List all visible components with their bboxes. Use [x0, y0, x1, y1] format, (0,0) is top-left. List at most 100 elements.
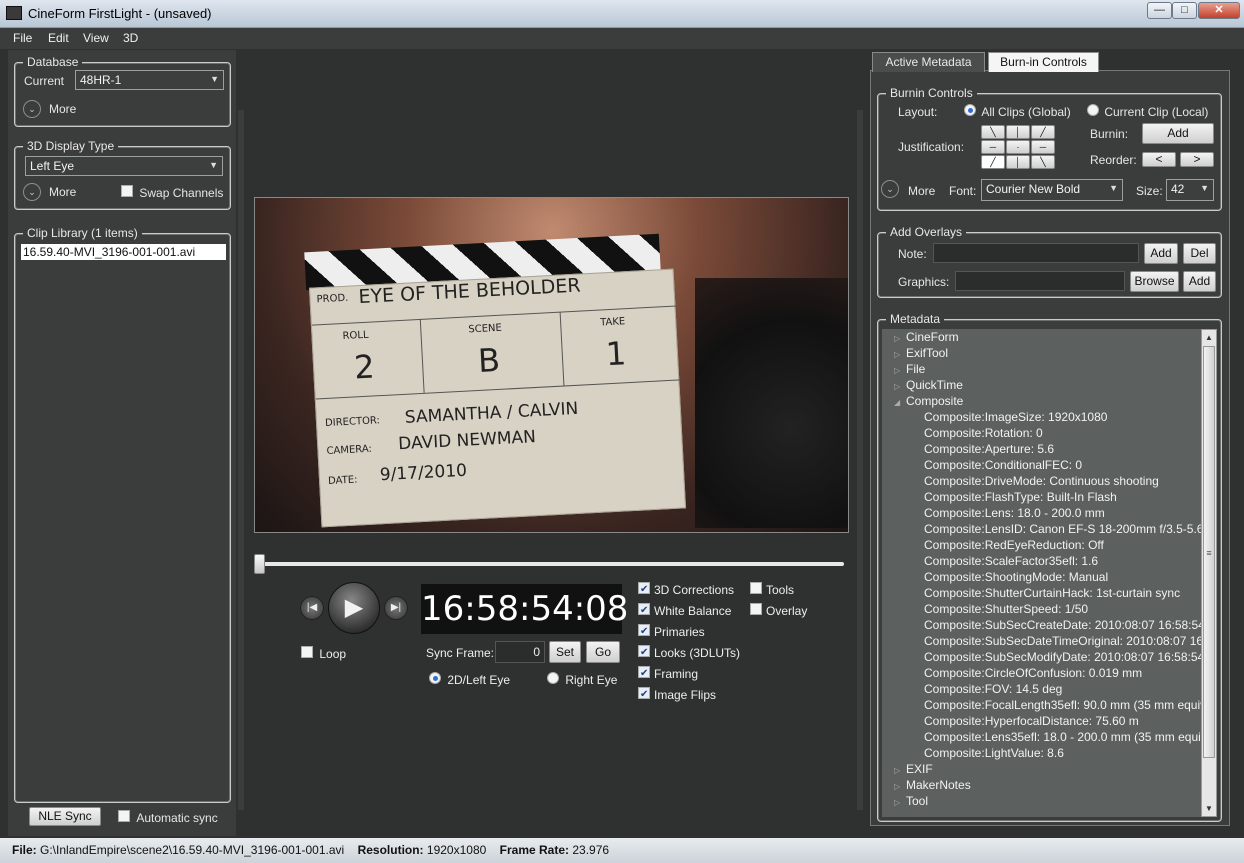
justify-top-right-icon[interactable]: ╱: [1031, 125, 1055, 139]
layout-local-radio[interactable]: [1087, 104, 1099, 116]
metadata-entry[interactable]: Composite:ShootingMode: Manual: [894, 569, 1202, 585]
burnin-more-label[interactable]: More: [908, 184, 935, 198]
metadata-entry[interactable]: Composite:HyperfocalDistance: 75.60 m: [894, 713, 1202, 729]
set-button[interactable]: Set: [549, 641, 581, 663]
metadata-entry[interactable]: Composite:ConditionalFEC: 0: [894, 457, 1202, 473]
metadata-group-item[interactable]: ▷ CineForm: [894, 329, 1202, 345]
metadata-entry[interactable]: Composite:ShutterSpeed: 1/50: [894, 601, 1202, 617]
metadata-entry[interactable]: Composite:FOV: 14.5 deg: [894, 681, 1202, 697]
expand-arrow-icon[interactable]: ▷: [894, 795, 906, 811]
menu-edit[interactable]: Edit: [48, 31, 69, 45]
go-button[interactable]: Go: [586, 641, 620, 663]
justify-top-center-icon[interactable]: │: [1006, 125, 1030, 139]
graphics-input[interactable]: [955, 271, 1125, 291]
right-splitter[interactable]: [857, 110, 863, 810]
correction-checkbox[interactable]: [638, 666, 650, 678]
next-frame-icon[interactable]: ▶|: [384, 596, 408, 620]
menu-file[interactable]: File: [13, 31, 32, 45]
metadata-entry[interactable]: Composite:Rotation: 0: [894, 425, 1202, 441]
correction-checkbox[interactable]: [638, 603, 650, 615]
metadata-entry[interactable]: Composite:FlashType: Built-In Flash: [894, 489, 1202, 505]
note-input[interactable]: [933, 243, 1139, 263]
correction-item[interactable]: Primaries: [638, 624, 740, 645]
metadata-entry[interactable]: Composite:ScaleFactor35efl: 1.6: [894, 553, 1202, 569]
eye-right-radio[interactable]: [547, 672, 559, 684]
layout-global-radio[interactable]: [964, 104, 976, 116]
tab-burnin-controls[interactable]: Burn-in Controls: [988, 52, 1099, 72]
swap-channels[interactable]: Swap Channels: [121, 185, 223, 200]
seek-bar[interactable]: [254, 562, 844, 566]
automatic-sync-checkbox[interactable]: [118, 810, 130, 822]
seek-thumb[interactable]: [254, 554, 265, 574]
menu-3d[interactable]: 3D: [123, 31, 138, 45]
metadata-entry[interactable]: Composite:Aperture: 5.6: [894, 441, 1202, 457]
correction-checkbox[interactable]: [638, 624, 650, 636]
metadata-group-item[interactable]: ▷ ExifTool: [894, 345, 1202, 361]
metadata-entry[interactable]: Composite:CircleOfConfusion: 0.019 mm: [894, 665, 1202, 681]
metadata-group-item[interactable]: ◢ Composite: [894, 393, 1202, 409]
metadata-entry[interactable]: Composite:RedEyeReduction: Off: [894, 537, 1202, 553]
correction-item[interactable]: Looks (3DLUTs): [638, 645, 740, 666]
expanded-arrow-icon[interactable]: ◢: [894, 395, 906, 411]
correction-checkbox[interactable]: [638, 582, 650, 594]
metadata-entry[interactable]: Composite:LightValue: 8.6: [894, 745, 1202, 761]
burnin-add-button[interactable]: Add: [1142, 123, 1214, 144]
metadata-entry[interactable]: Composite:FocalLength35efl: 90.0 mm (35 …: [894, 697, 1202, 713]
display3d-more-label[interactable]: More: [49, 185, 76, 199]
left-splitter[interactable]: [238, 110, 244, 810]
metadata-group-item[interactable]: ▷ EXIF: [894, 761, 1202, 777]
scroll-up-icon[interactable]: ▲: [1202, 330, 1216, 345]
font-dropdown[interactable]: Courier New Bold ▼: [981, 179, 1123, 201]
overlay-checkbox[interactable]: [750, 603, 762, 615]
close-button[interactable]: ✕: [1198, 2, 1240, 19]
metadata-entry[interactable]: Composite:SubSecCreateDate: 2010:08:07 1…: [894, 617, 1202, 633]
swap-channels-checkbox[interactable]: [121, 185, 133, 197]
automatic-sync[interactable]: Automatic sync: [118, 810, 218, 825]
tab-active-metadata[interactable]: Active Metadata: [872, 52, 985, 72]
previous-frame-icon[interactable]: |◀: [300, 596, 324, 620]
metadata-group-item[interactable]: ▷ MakerNotes: [894, 777, 1202, 793]
loop-checkbox[interactable]: [301, 646, 313, 658]
graphics-add-button[interactable]: Add: [1183, 271, 1216, 292]
eye-left-radio[interactable]: [429, 672, 441, 684]
metadata-scrollbar[interactable]: ▲ ≡ ▼: [1201, 329, 1217, 817]
minimize-button[interactable]: —: [1147, 2, 1172, 19]
eye-left-option[interactable]: 2D/Left Eye: [429, 672, 510, 687]
clip-list-item[interactable]: 16.59.40-MVI_3196-001-001.avi: [21, 244, 226, 260]
graphics-browse-button[interactable]: Browse: [1130, 271, 1179, 292]
metadata-group-item[interactable]: ▷ File: [894, 361, 1202, 377]
expand-more-icon[interactable]: ⌄: [23, 100, 41, 118]
metadata-entry[interactable]: Composite:DriveMode: Continuous shooting: [894, 473, 1202, 489]
correction-item[interactable]: Framing: [638, 666, 740, 687]
metadata-entry[interactable]: Composite:LensID: Canon EF-S 18-200mm f/…: [894, 521, 1202, 537]
reorder-right-button[interactable]: >: [1180, 152, 1214, 167]
size-dropdown[interactable]: 42 ▼: [1166, 179, 1214, 201]
justify-bottom-center-icon[interactable]: │: [1006, 155, 1030, 169]
metadata-entry[interactable]: Composite:Lens35efl: 18.0 - 200.0 mm (35…: [894, 729, 1202, 745]
justify-bottom-right-icon[interactable]: ╲: [1031, 155, 1055, 169]
database-dropdown[interactable]: 48HR-1 ▼: [75, 70, 224, 90]
justify-middle-right-icon[interactable]: ─: [1031, 140, 1055, 154]
database-more-label[interactable]: More: [49, 102, 76, 116]
note-del-button[interactable]: Del: [1183, 243, 1216, 264]
video-viewer[interactable]: PROD. EYE OF THE BEHOLDER ROLL 2 SCENE B…: [254, 197, 849, 533]
sync-frame-input[interactable]: 0: [495, 641, 545, 663]
nle-sync-button[interactable]: NLE Sync: [29, 807, 101, 826]
metadata-entry[interactable]: Composite:ShutterCurtainHack: 1st-curtai…: [894, 585, 1202, 601]
metadata-entry[interactable]: Composite:ImageSize: 1920x1080: [894, 409, 1202, 425]
tools-checkbox[interactable]: [750, 582, 762, 594]
metadata-group-item[interactable]: ▷ Tool: [894, 793, 1202, 809]
expand-more-icon[interactable]: ⌄: [23, 183, 41, 201]
eye-right-option[interactable]: Right Eye: [547, 672, 617, 687]
reorder-left-button[interactable]: <: [1142, 152, 1176, 167]
correction-item[interactable]: Image Flips: [638, 687, 740, 708]
correction-checkbox[interactable]: [638, 645, 650, 657]
scroll-thumb[interactable]: ≡: [1203, 346, 1215, 758]
metadata-entry[interactable]: Composite:SubSecDateTimeOriginal: 2010:0…: [894, 633, 1202, 649]
layout-local-option[interactable]: Current Clip (Local): [1087, 104, 1208, 119]
metadata-entry[interactable]: Composite:SubSecModifyDate: 2010:08:07 1…: [894, 649, 1202, 665]
justify-top-left-icon[interactable]: ╲: [981, 125, 1005, 139]
layout-global-option[interactable]: All Clips (Global): [964, 104, 1071, 119]
metadata-group-item[interactable]: ▷ QuickTime: [894, 377, 1202, 393]
menu-view[interactable]: View: [83, 31, 109, 45]
